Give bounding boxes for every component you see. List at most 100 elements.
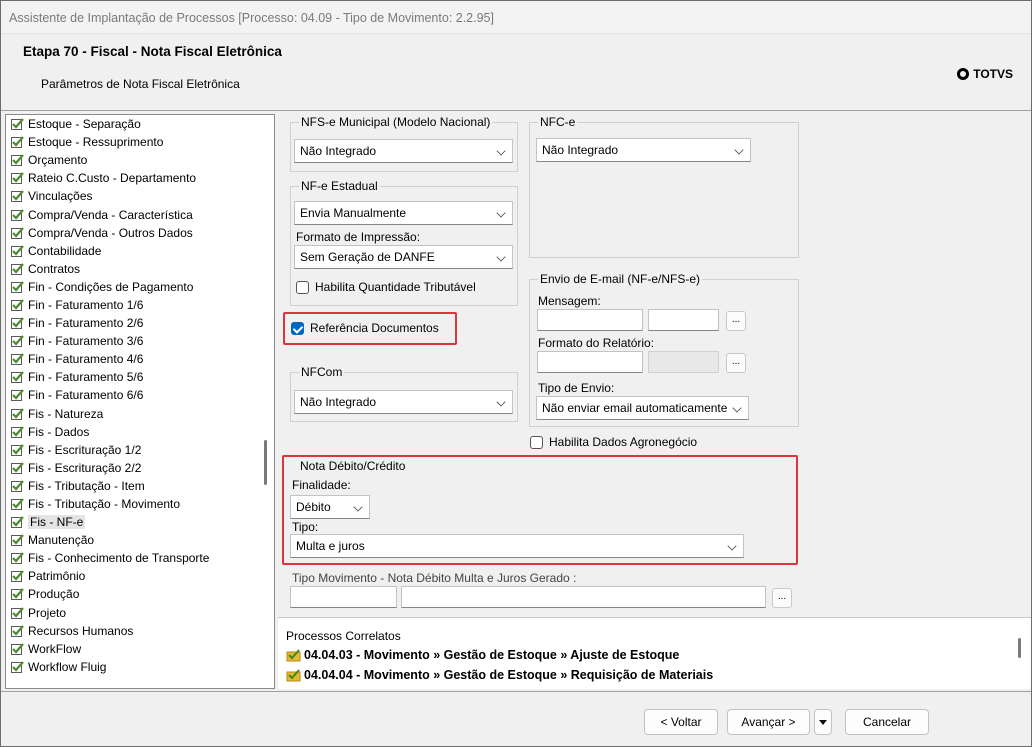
nfce-select-value: Não Integrado: [542, 143, 619, 157]
type-select[interactable]: Multa e juros: [290, 534, 744, 558]
next-dropdown-button[interactable]: [814, 709, 832, 735]
ref-docs-label: Referência Documentos: [310, 321, 439, 335]
tree-item-label: Fis - NF-e: [28, 515, 86, 530]
tree-item[interactable]: Vinculações: [10, 187, 260, 205]
tree-item[interactable]: Orçamento: [10, 151, 260, 169]
next-button[interactable]: Avançar >: [727, 709, 810, 735]
purpose-select[interactable]: Débito: [290, 495, 370, 519]
tree-item[interactable]: Estoque - Ressuprimento: [10, 133, 260, 151]
step-complete-icon: [11, 661, 24, 673]
tree-item[interactable]: Produção: [10, 585, 260, 603]
nfse-select[interactable]: Não Integrado: [294, 139, 513, 163]
correlated-item[interactable]: 04.04.04 - Movimento » Gestão de Estoque…: [286, 668, 713, 682]
step-complete-icon: [11, 226, 24, 239]
step-complete-icon: [11, 606, 24, 619]
window-title: Assistente de Implantação de Processos […: [9, 11, 494, 25]
message-code-input[interactable]: [537, 309, 643, 331]
tree-item-label: Contratos: [28, 261, 81, 276]
purpose-value: Débito: [296, 500, 331, 514]
message-name-input[interactable]: [648, 309, 719, 331]
tree-item[interactable]: Fin - Faturamento 5/6: [10, 368, 260, 386]
nfe-select-value: Envia Manualmente: [300, 206, 407, 220]
process-check-icon: [286, 668, 301, 681]
tree-item-label: Contabilidade: [28, 243, 102, 258]
step-complete-icon: [11, 516, 24, 529]
tree-item-label: Fin - Faturamento 1/6: [28, 297, 144, 312]
correlated-scrollbar[interactable]: [1018, 638, 1021, 658]
tree-item-label: Compra/Venda - Outros Dados: [28, 225, 193, 240]
tree-item[interactable]: Fis - Natureza: [10, 405, 260, 423]
tree-item[interactable]: Manutenção: [10, 531, 260, 549]
tree-item[interactable]: Workflow Fluig: [10, 658, 260, 676]
correlated-item[interactable]: 04.04.03 - Movimento » Gestão de Estoque…: [286, 648, 679, 662]
report-format-code-input[interactable]: [537, 351, 643, 373]
report-format-lookup-button[interactable]: ...: [726, 353, 746, 373]
checkbox-checked-icon: [291, 321, 304, 335]
chevron-down-icon: [496, 208, 506, 218]
tree-item-label: Estoque - Separação: [28, 117, 141, 132]
tree-item[interactable]: Fis - Conhecimento de Transporte: [10, 549, 260, 567]
tree-item[interactable]: Contratos: [10, 260, 260, 278]
correlated-item-label: 04.04.03 - Movimento » Gestão de Estoque…: [304, 648, 680, 662]
step-complete-icon: [11, 172, 24, 185]
step-complete-icon: [11, 462, 24, 474]
movement-type-lookup-button[interactable]: ...: [772, 588, 792, 608]
step-complete-icon: [11, 643, 24, 655]
tree-scroll-thumb[interactable]: [264, 440, 267, 485]
wizard-header: Etapa 70 - Fiscal - Nota Fiscal Eletrôni…: [1, 34, 1031, 111]
movement-type-code-input[interactable]: [290, 586, 397, 608]
tree-item-label: Fis - Tributação - Item: [28, 478, 145, 493]
tree-item-label: Fin - Faturamento 4/6: [28, 352, 144, 367]
send-type-select[interactable]: Não enviar email automaticamente: [536, 396, 749, 420]
chevron-down-icon: [496, 252, 506, 262]
qty-tributavel-checkbox[interactable]: Habilita Quantidade Tributável: [296, 280, 476, 294]
message-lookup-button[interactable]: ...: [726, 311, 746, 331]
tree-item[interactable]: Fis - Escrituração 2/2: [10, 459, 260, 477]
tree-item[interactable]: Fis - NF-e: [10, 513, 260, 531]
tree-item[interactable]: Compra/Venda - Outros Dados: [10, 224, 260, 242]
ref-docs-checkbox[interactable]: Referência Documentos: [291, 321, 439, 335]
nfe-select[interactable]: Envia Manualmente: [294, 201, 513, 225]
tree-item[interactable]: Fin - Faturamento 1/6: [10, 296, 260, 314]
tree-item[interactable]: Estoque - Separação: [10, 115, 260, 133]
tree-item[interactable]: Fin - Faturamento 6/6: [10, 386, 260, 404]
step-complete-icon: [11, 118, 24, 131]
type-value: Multa e juros: [296, 539, 365, 553]
step-complete-icon: [11, 588, 24, 601]
chevron-down-icon: [353, 502, 363, 512]
nfse-legend: NFS-e Municipal (Modelo Nacional): [299, 115, 493, 129]
tree-item[interactable]: Fis - Escrituração 1/2: [10, 441, 260, 459]
tree-item[interactable]: Patrimônio: [10, 567, 260, 585]
tree-scrollbar[interactable]: [258, 115, 274, 688]
tree-item[interactable]: Compra/Venda - Característica: [10, 205, 260, 223]
nfse-select-value: Não Integrado: [300, 144, 377, 158]
tree-item[interactable]: Fis - Tributação - Movimento: [10, 495, 260, 513]
tree-item[interactable]: WorkFlow: [10, 640, 260, 658]
step-complete-icon: [11, 244, 24, 257]
nfcom-select[interactable]: Não Integrado: [294, 390, 513, 414]
tree-item[interactable]: Fin - Faturamento 3/6: [10, 332, 260, 350]
nfce-select[interactable]: Não Integrado: [536, 138, 751, 162]
logo-text: TOTVS: [973, 67, 1013, 81]
print-format-select[interactable]: Sem Geração de DANFE: [294, 245, 513, 269]
cancel-button[interactable]: Cancelar: [845, 709, 929, 735]
steps-tree[interactable]: Estoque - Separação Estoque - Ressuprimen…: [5, 114, 275, 689]
tree-item-label: Fin - Faturamento 2/6: [28, 316, 144, 331]
step-complete-icon: [11, 335, 24, 348]
back-button[interactable]: < Voltar: [644, 709, 718, 735]
tree-item[interactable]: Recursos Humanos: [10, 622, 260, 640]
tree-item-label: Fis - Escrituração 2/2: [28, 460, 142, 475]
tree-item[interactable]: Fis - Tributação - Item: [10, 477, 260, 495]
tree-item[interactable]: Contabilidade: [10, 242, 260, 260]
tree-item[interactable]: Fis - Dados: [10, 423, 260, 441]
step-complete-icon: [11, 371, 24, 384]
tree-item[interactable]: Projeto: [10, 604, 260, 622]
tree-item[interactable]: Fin - Faturamento 4/6: [10, 350, 260, 368]
tree-item[interactable]: Fin - Condições de Pagamento: [10, 278, 260, 296]
tree-item-label: Estoque - Ressuprimento: [28, 135, 164, 150]
tree-item-label: Rateio C.Custo - Departamento: [28, 171, 197, 186]
tree-item[interactable]: Fin - Faturamento 2/6: [10, 314, 260, 332]
tree-item[interactable]: Rateio C.Custo - Departamento: [10, 169, 260, 187]
agro-checkbox[interactable]: Habilita Dados Agronegócio: [530, 435, 697, 449]
movement-type-name-input[interactable]: [401, 586, 766, 608]
